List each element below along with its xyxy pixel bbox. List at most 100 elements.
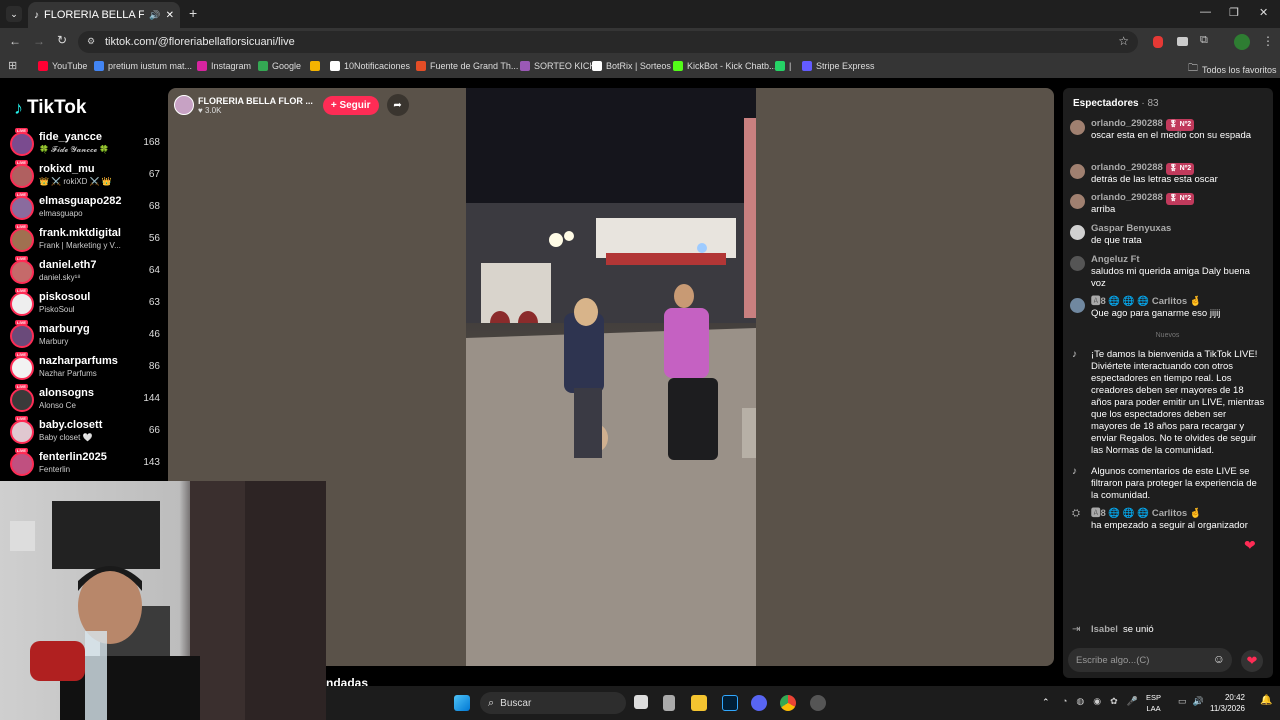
minimize-icon[interactable]: — <box>1200 6 1211 18</box>
network-volume-icons[interactable]: ▭🔊 <box>1178 696 1210 707</box>
bookmark-item[interactable]: Google <box>258 61 301 71</box>
language-indicator[interactable]: ESP LAA <box>1146 692 1161 714</box>
suggested-viewer-count: 46 <box>148 329 160 340</box>
menu-kebab-icon[interactable]: ⋮ <box>1262 34 1274 48</box>
tab-search-icon[interactable]: ⌄ <box>6 6 22 22</box>
suggested-viewer-count: 66 <box>148 425 160 436</box>
chat-username-text: orlando_290288 <box>1091 118 1163 129</box>
task-view-icon[interactable] <box>634 695 648 709</box>
suggested-live-item[interactable]: LIVE fide_yancce 🍀 𝓕𝓲𝓭𝓮 𝓨𝓪𝓷𝓬𝓬𝓮 🍀 168 <box>10 128 160 159</box>
suggested-live-item[interactable]: LIVE rokixd_mu 👑 ⚔️ rokiXD ⚔️ 👑 67 <box>10 160 160 191</box>
follow-button[interactable]: + Seguir <box>322 95 379 115</box>
suggested-subtitle: Baby closet 🤍 <box>39 433 93 442</box>
bookmark-favicon-icon <box>38 61 48 71</box>
suggested-live-item[interactable]: LIVE baby.closett Baby closet 🤍 66 <box>10 416 160 447</box>
bookmark-item[interactable]: pretium iustum mat... <box>94 61 192 71</box>
chat-avatar[interactable] <box>1070 225 1085 240</box>
bookmark-item[interactable]: BotRix | Sorteos <box>592 61 671 71</box>
chat-username-text: Gaspar Benyuxas <box>1091 223 1172 234</box>
all-bookmarks-folder[interactable]: 🗀 Todos los favoritos <box>1188 61 1277 78</box>
chat-username-text: Angeluz Ft <box>1091 254 1140 265</box>
chrome-icon[interactable] <box>780 695 796 711</box>
suggested-name: alonsogns <box>39 387 95 399</box>
suggested-live-item[interactable]: LIVE piskosoul PiskoSoul 63 <box>10 288 160 319</box>
chat-text: arriba <box>1091 204 1116 215</box>
chat-avatar[interactable] <box>1070 164 1085 179</box>
tray-chevron-icon[interactable]: ⌃ <box>1042 697 1050 708</box>
bookmark-favicon-icon <box>520 61 530 71</box>
live-badge: LIVE <box>15 224 28 229</box>
app-icon-red-dot[interactable] <box>810 695 826 711</box>
tiktok-logo[interactable]: ♪ TikTok <box>14 97 86 119</box>
bookmark-item[interactable]: YouTube <box>38 61 87 71</box>
taskbar-search[interactable]: ⌕ Buscar <box>480 692 626 714</box>
follow-event-user[interactable]: 🅰8 🌐 🌐 🌐 Carlitos 🤞 <box>1091 508 1202 520</box>
new-tab-icon[interactable]: + <box>189 5 197 21</box>
suggested-live-item[interactable]: LIVE nazharparfums Nazhar Parfums 86 <box>10 352 160 383</box>
chat-avatar[interactable] <box>1070 194 1085 209</box>
reload-icon[interactable]: ↻ <box>57 33 67 47</box>
extension-card-icon[interactable] <box>1177 37 1188 46</box>
user-plus-icon: ⛭ <box>1072 508 1080 519</box>
bookmark-item[interactable]: Fuente de Grand Th... <box>416 61 518 71</box>
bookmark-item[interactable]: Stripe Express <box>802 61 875 71</box>
windows-start-icon[interactable] <box>454 695 470 711</box>
taskbar-clock[interactable]: 20:42 11/3/2026 <box>1210 692 1245 714</box>
suggested-avatar <box>10 260 34 284</box>
site-info-icon[interactable]: ⚙ <box>87 36 95 47</box>
chat-avatar[interactable] <box>1070 120 1085 135</box>
bookmark-star-icon[interactable]: ☆ <box>1118 34 1129 48</box>
join-event-user[interactable]: Isabel <box>1091 624 1118 636</box>
chat-username[interactable]: Angeluz Ft <box>1091 254 1140 266</box>
share-icon[interactable]: ➦ <box>386 94 409 116</box>
extension-red-icon[interactable] <box>1153 36 1163 48</box>
suggested-name: piskosoul <box>39 291 91 303</box>
host-avatar[interactable] <box>174 95 194 115</box>
suggested-avatar <box>10 228 34 252</box>
app-icon-generic[interactable] <box>663 695 675 711</box>
bookmark-item[interactable]: SORTEO KICK <box>520 61 595 71</box>
bookmark-item[interactable]: KickBot - Kick Chatb... <box>673 61 777 71</box>
back-icon[interactable]: ← <box>9 34 21 48</box>
host-name[interactable]: FLORERIA BELLA FLOR ... <box>198 96 313 106</box>
suggested-live-item[interactable]: LIVE alonsogns Alonso Ce 144 <box>10 384 160 415</box>
suggested-live-item[interactable]: LIVE marburyg Marbury 46 <box>10 320 160 351</box>
photoshop-icon[interactable] <box>722 695 738 711</box>
lang-top: ESP <box>1146 693 1162 702</box>
emoji-icon[interactable]: ☺ <box>1213 652 1225 666</box>
audio-playing-icon[interactable]: 🔊 <box>149 10 160 21</box>
profile-avatar[interactable] <box>1234 34 1250 50</box>
chat-avatar[interactable] <box>1070 256 1085 271</box>
bookmark-item[interactable] <box>310 61 324 71</box>
bookmark-item[interactable]: 10Notificaciones <box>330 61 410 71</box>
tab-strip: ⌄ ♪ FLORERIA BELLA FLOR SICU 🔊 ✕ + — ❐ ✕ <box>0 0 1280 28</box>
close-window-icon[interactable]: ✕ <box>1259 6 1268 19</box>
suggested-live-item[interactable]: LIVE elmasguapo282 elmasguapo 68 <box>10 192 160 223</box>
discord-icon[interactable] <box>751 695 767 711</box>
notifications-icon[interactable]: 🔔 <box>1260 695 1272 706</box>
chat-username-text: 🅰8 🌐 🌐 🌐 Carlitos 🤞 <box>1091 296 1202 307</box>
restore-icon[interactable]: ❐ <box>1229 6 1239 19</box>
tab-active[interactable]: ♪ FLORERIA BELLA FLOR SICU 🔊 ✕ <box>28 2 180 28</box>
bookmark-favicon-icon <box>592 61 602 71</box>
suggested-live-item[interactable]: LIVE fenterlin2025 Fenterlin 143 <box>10 448 160 479</box>
file-explorer-icon[interactable] <box>691 695 707 711</box>
bookmark-item[interactable]: | <box>775 61 791 71</box>
bookmark-item[interactable]: Instagram <box>197 61 251 71</box>
forward-icon[interactable]: → <box>33 34 45 48</box>
chat-username[interactable]: 🅰8 🌐 🌐 🌐 Carlitos 🤞 <box>1091 296 1202 308</box>
live-video[interactable] <box>466 88 756 666</box>
extensions-puzzle-icon[interactable]: ⧉ <box>1200 34 1208 47</box>
send-heart-button[interactable]: ❤ <box>1241 650 1263 672</box>
apps-grid-icon[interactable]: ⊞ <box>8 59 17 72</box>
suggested-viewer-count: 56 <box>148 233 160 244</box>
close-tab-icon[interactable]: ✕ <box>166 10 174 21</box>
chat-avatar[interactable] <box>1070 298 1085 313</box>
chat-input[interactable]: Escribe algo...(C) ☺ <box>1068 648 1232 672</box>
suggested-live-item[interactable]: LIVE frank.mktdigital Frank | Marketing y … <box>10 224 160 255</box>
tray-icons[interactable]: ◔◍◉✿🎤 <box>1062 696 1147 707</box>
chat-username[interactable]: Gaspar Benyuxas <box>1091 223 1171 235</box>
viewers-header[interactable]: Espectadores · 83 <box>1073 98 1159 109</box>
address-bar[interactable]: ⚙ tiktok.com/@floreriabellaflorsicuani/l… <box>78 31 1138 53</box>
suggested-live-item[interactable]: LIVE daniel.eth7 daniel.sky¹⁸ 64 <box>10 256 160 287</box>
